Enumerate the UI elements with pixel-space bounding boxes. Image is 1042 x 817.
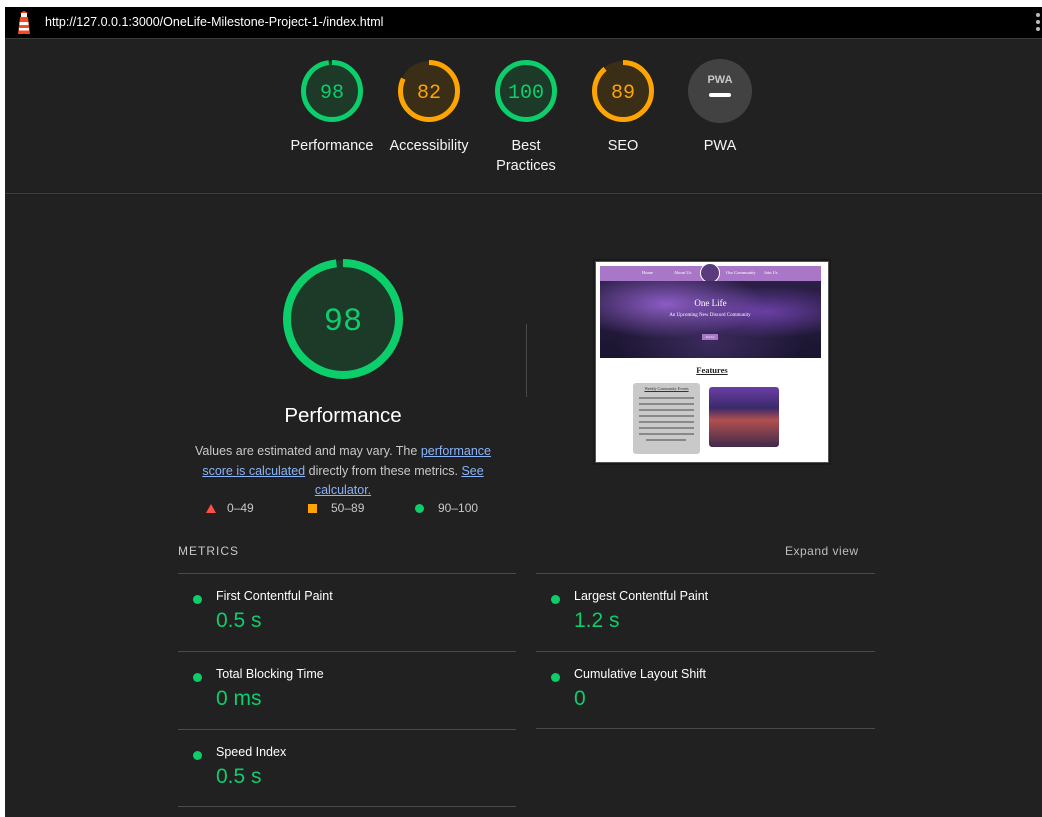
gauge-ring: 89 (592, 60, 654, 122)
pass-circle-icon (551, 595, 560, 604)
gauge-score: 98 (320, 82, 344, 105)
thumb-nav-item: Our Community (726, 270, 756, 275)
thumb-text-line (639, 403, 694, 405)
gauge-seo[interactable]: 89 SEO (578, 58, 668, 156)
metric-title: Cumulative Layout Shift (574, 667, 707, 681)
thumb-hero-button: Join Us (702, 334, 718, 340)
performance-title: Performance (284, 404, 402, 427)
pass-circle-icon (193, 673, 202, 682)
metric-divider (178, 729, 516, 730)
expand-view-button[interactable]: Expand view (785, 544, 859, 558)
metric-value: 0.5 s (216, 765, 262, 788)
pass-circle-icon (415, 503, 424, 513)
metric-value: 0.5 s (216, 609, 262, 632)
performance-gauge: 98 (283, 259, 403, 379)
divider (5, 193, 1042, 194)
gauge-accessibility[interactable]: 82 Accessibility (384, 58, 474, 156)
legend-label: 90–100 (438, 501, 479, 515)
thumb-nav-item: Join Us (764, 270, 778, 275)
legend-label: 0–49 (227, 501, 254, 515)
pwa-badge-icon: PWA (688, 59, 752, 123)
gauge-score: 89 (611, 82, 635, 105)
pass-circle-icon (193, 595, 202, 604)
gauge-best-practices[interactable]: 100 Best Practices (481, 58, 571, 176)
svg-text:PWA: PWA (707, 74, 732, 86)
gauge-pwa[interactable]: PWA PWA (675, 58, 765, 156)
thumb-text-line (639, 421, 694, 423)
performance-score: 98 (324, 303, 362, 340)
legend-average: 50–89 (308, 501, 364, 515)
gauge-performance[interactable]: 98 Performance (287, 58, 377, 156)
gauge-label: SEO (607, 138, 639, 154)
thumb-hero: One Life An Upcoming New Discord Communi… (600, 281, 821, 358)
performance-description: Values are estimated and may vary. The p… (178, 442, 508, 501)
gauge-label: Accessibility (389, 138, 469, 154)
thumb-card: Weekly Community Events (633, 383, 700, 454)
metric-divider (536, 573, 875, 574)
metric-divider (178, 651, 516, 652)
legend-fail: 0–49 (206, 501, 254, 515)
metric-value: 0 (574, 687, 586, 710)
thumb-hero-subtitle: An Upcoming New Discord Community (669, 313, 751, 318)
legend-label: 50–89 (331, 501, 365, 515)
thumb-text-line (646, 439, 686, 441)
legend-pass: 90–100 (415, 501, 478, 515)
metric-divider (536, 728, 875, 729)
lighthouse-report: http://127.0.0.1:3000/OneLife-Milestone-… (5, 7, 1042, 817)
thumb-text-line (639, 433, 694, 435)
metric-title: Largest Contentful Paint (574, 589, 709, 603)
desc-text: directly from these metrics. (305, 463, 462, 478)
gauge-ring: 100 (495, 60, 557, 122)
thumb-features-heading: Features (696, 365, 728, 375)
thumb-logo (700, 263, 720, 283)
metric-value: 0 ms (216, 687, 262, 710)
gauge-score: 100 (508, 82, 544, 105)
metric-divider (536, 651, 875, 652)
metric-title: Total Blocking Time (216, 667, 324, 681)
pass-circle-icon (551, 673, 560, 682)
metric-title: Speed Index (216, 745, 287, 759)
final-screenshot[interactable]: Home About Us Our Community Join Us One … (595, 261, 829, 463)
thumb-hero-title: One Life (694, 298, 727, 308)
thumb-text-line (639, 409, 694, 411)
gauge-label: Best Practices (496, 138, 556, 174)
metric-divider (178, 573, 516, 574)
pass-circle-icon (193, 751, 202, 760)
fail-triangle-icon (206, 503, 216, 513)
gauge-label: PWA (703, 138, 737, 154)
gauge-score: 82 (417, 82, 441, 105)
thumb-nav-item: Home (642, 270, 653, 275)
thumb-nav-item: About Us (674, 270, 692, 275)
lighthouse-icon (18, 11, 30, 34)
thumb-image (709, 387, 779, 447)
report-topbar: http://127.0.0.1:3000/OneLife-Milestone-… (5, 7, 1042, 39)
gauge-label: Performance (290, 138, 374, 154)
thumb-text-line (639, 427, 694, 429)
metric-divider (178, 806, 516, 807)
metrics-heading: METRICS (178, 544, 239, 558)
thumb-card-title: Weekly Community Events (644, 386, 689, 391)
gauge-ring: 82 (398, 60, 460, 122)
average-square-icon (308, 503, 317, 513)
page-url[interactable]: http://127.0.0.1:3000/OneLife-Milestone-… (45, 15, 383, 29)
desc-text: Values are estimated and may vary. The (195, 444, 421, 458)
thumb-text-line (639, 397, 694, 399)
metric-title: First Contentful Paint (216, 589, 333, 603)
more-options-icon[interactable] (1036, 13, 1042, 34)
metric-value: 1.2 s (574, 609, 620, 632)
gauge-ring: 98 (301, 60, 363, 122)
thumb-text-line (639, 415, 694, 417)
vertical-divider (526, 324, 527, 397)
